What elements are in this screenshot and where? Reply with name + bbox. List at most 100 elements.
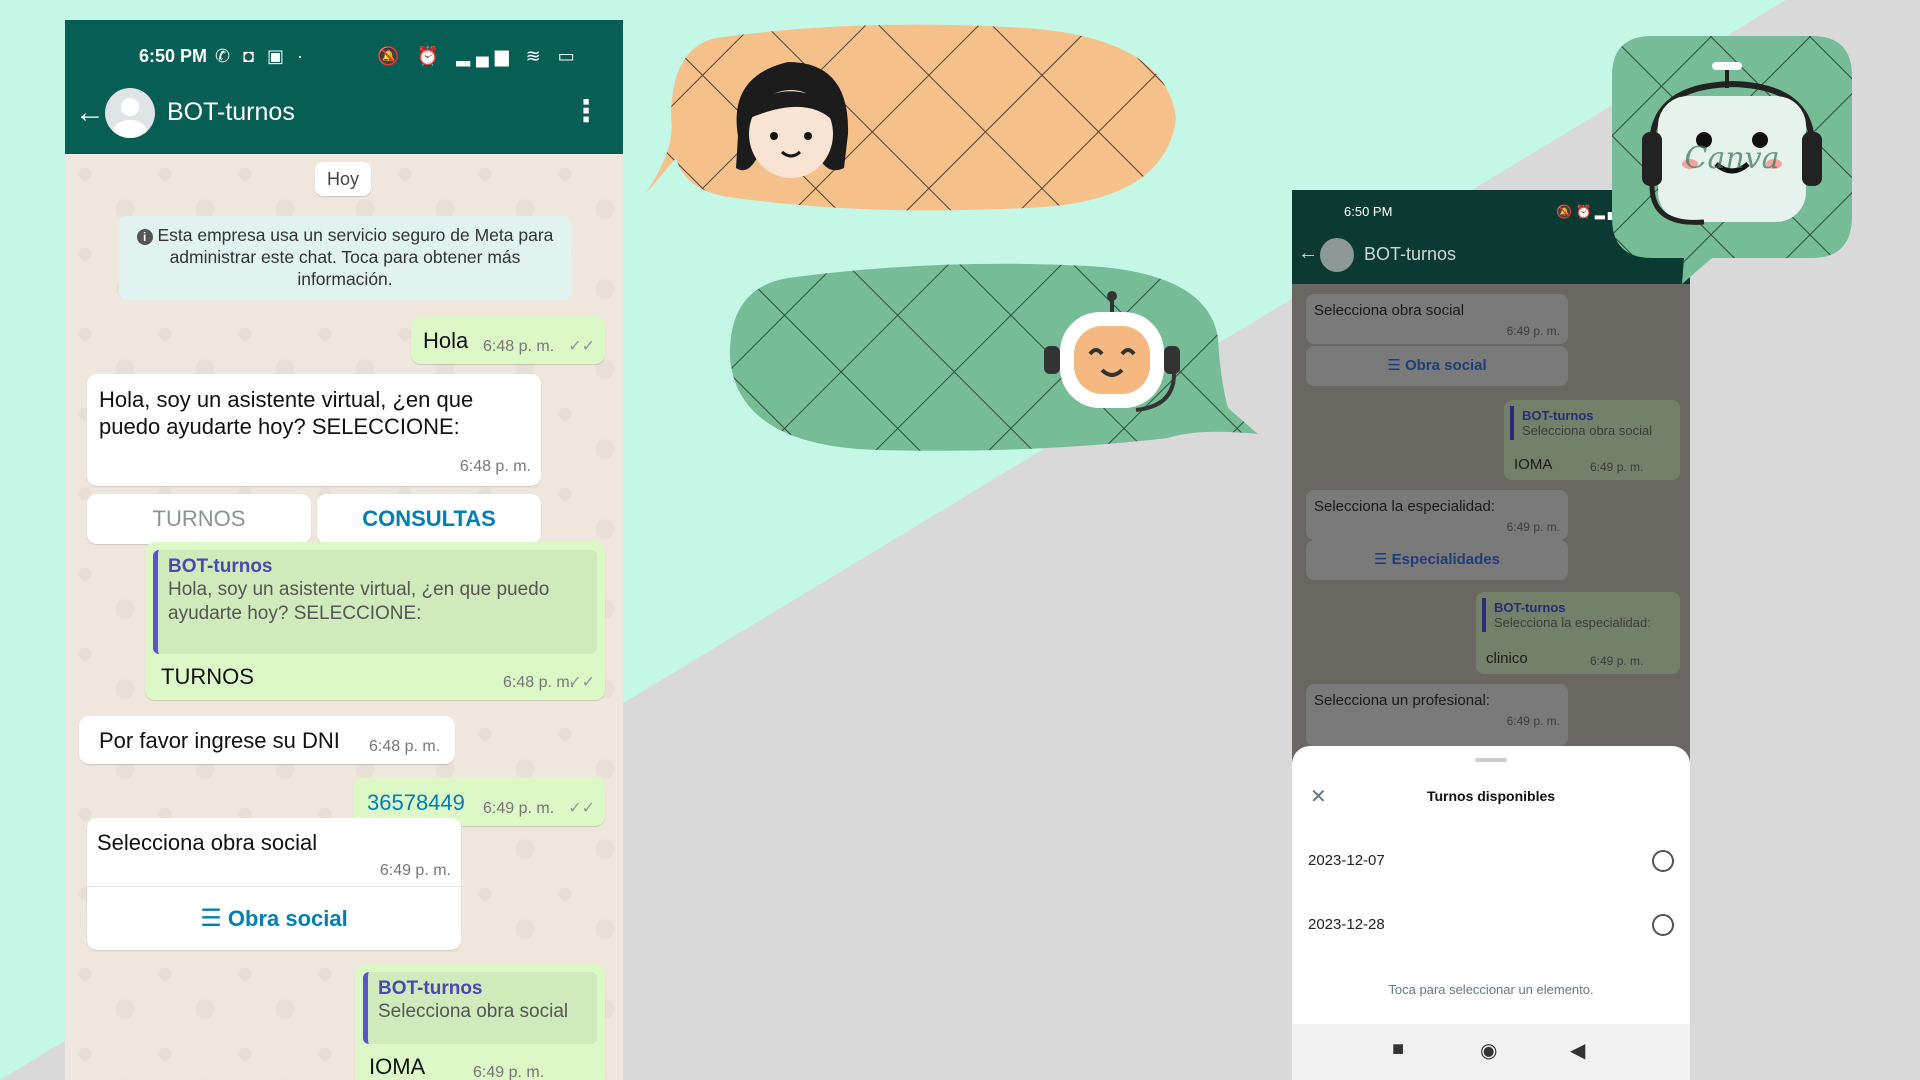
- quoted-sender: BOT-turnos: [1522, 408, 1594, 423]
- especialidades-list-button[interactable]: ☰ Especialidades: [1306, 540, 1568, 580]
- message-time: 6:48 p. m.: [483, 338, 555, 355]
- quoted-message[interactable]: BOT-turnos Selecciona la especialidad:: [1482, 598, 1674, 632]
- message-time: 6:48 p. m.: [459, 458, 531, 475]
- avatar[interactable]: [105, 88, 155, 138]
- especialidades-button-label: Especialidades: [1391, 551, 1501, 568]
- list-icon: ☰: [1387, 357, 1401, 374]
- message-text: Selecciona obra social: [97, 830, 318, 855]
- quick-reply-turnos-button[interactable]: TURNOS: [87, 494, 311, 544]
- message-text: Por favor ingrese su DNI: [99, 728, 340, 753]
- radio-button[interactable]: [1652, 850, 1674, 872]
- system-status-icons: 🔕⏰▂▄: [1556, 204, 1620, 219]
- message-time: 6:49 p. m.: [483, 800, 555, 817]
- message-time: 6:49 p. m.: [1506, 714, 1560, 728]
- message-outgoing-reply[interactable]: BOT-turnos Hola, soy un asistente virtua…: [145, 542, 605, 700]
- message-time: 6:49 p. m.: [1590, 654, 1644, 668]
- system-notice[interactable]: i Esta empresa usa un servicio seguro de…: [119, 216, 571, 300]
- message-text: Selecciona obra social: [1314, 302, 1465, 319]
- message-incoming[interactable]: Selecciona la especialidad: 6:49 p. m.: [1306, 490, 1568, 540]
- message-outgoing[interactable]: Hola 6:48 p. m. ✓✓: [411, 316, 605, 364]
- message-text: Selecciona un profesional:: [1314, 692, 1490, 709]
- left-phone-screenshot: 6:50 PM ✆ ◘ ▣ · 🔕 ⏰ ▂▄▆ ≋ ▭80 ← BOT-turn…: [65, 20, 623, 1080]
- date-chip: Hoy: [315, 162, 371, 196]
- sheet-hint: Toca para seleccionar un elemento.: [1388, 982, 1594, 997]
- quoted-sender: BOT-turnos: [378, 978, 483, 999]
- message-outgoing-reply[interactable]: BOT-turnos Selecciona obra social IOMA 6…: [355, 964, 605, 1080]
- avatar[interactable]: [1320, 238, 1354, 272]
- quoted-text: Selecciona obra social: [378, 1001, 569, 1022]
- battery-level: 80: [546, 51, 559, 63]
- notification-icons: ✆ ◘ ▣ ·: [215, 46, 307, 66]
- turno-option[interactable]: 2023-12-28: [1308, 906, 1678, 946]
- robot-face-icon: [1044, 291, 1180, 412]
- turno-option[interactable]: 2023-12-07: [1308, 842, 1678, 882]
- orange-speech-bubble: [646, 24, 1176, 211]
- message-time: 6:49 p. m.: [473, 1064, 545, 1080]
- woman-avatar-icon: [736, 62, 849, 178]
- quoted-text: Selecciona la especialidad:: [1494, 615, 1651, 630]
- back-arrow-icon[interactable]: ←: [75, 96, 105, 130]
- turnos-bottom-sheet: ✕ Turnos disponibles 2023-12-07 2023-12-…: [1292, 746, 1690, 1080]
- recents-icon[interactable]: ■: [1392, 1038, 1404, 1061]
- obra-social-button-label: Obra social: [1404, 357, 1487, 374]
- quoted-message[interactable]: BOT-turnos Selecciona obra social: [363, 972, 597, 1044]
- message-text: IOMA: [1514, 456, 1553, 473]
- message-text: clinico: [1486, 650, 1528, 667]
- system-status-icons: 🔕 ⏰ ▂▄▆ ≋ ▭80: [377, 46, 581, 66]
- turno-option-label: 2023-12-07: [1308, 852, 1385, 869]
- read-ticks-icon: ✓✓: [568, 674, 595, 691]
- quick-reply-consultas-button[interactable]: CONSULTAS: [317, 494, 541, 544]
- obra-social-button-label: Obra social: [227, 906, 348, 931]
- message-text: IOMA: [369, 1054, 426, 1079]
- right-phone-screenshot: 6:50 PM 🔕⏰▂▄ ← BOT-turnos Selecciona obr…: [1292, 190, 1690, 1080]
- sheet-drag-handle[interactable]: [1475, 758, 1507, 762]
- home-icon[interactable]: ◉: [1480, 1038, 1497, 1063]
- quoted-sender: BOT-turnos: [168, 556, 273, 577]
- message-incoming[interactable]: Selecciona un profesional: 6:49 p. m.: [1306, 684, 1568, 746]
- message-text: Selecciona la especialidad:: [1314, 498, 1495, 515]
- message-incoming[interactable]: Hola, soy un asistente virtual, ¿en que …: [87, 374, 541, 486]
- obra-social-list-button[interactable]: ☰ Obra social: [1306, 346, 1568, 386]
- back-icon[interactable]: ◀: [1570, 1038, 1585, 1063]
- status-time: 6:50 PM: [1344, 204, 1393, 219]
- message-time: 6:49 p. m.: [379, 862, 451, 879]
- quoted-sender: BOT-turnos: [1494, 600, 1566, 615]
- list-icon: ☰: [1373, 551, 1388, 568]
- dni-link[interactable]: 36578449: [367, 790, 465, 816]
- message-incoming[interactable]: Por favor ingrese su DNI 6:48 p. m.: [79, 716, 455, 764]
- obra-social-list-button[interactable]: ☰ Obra social: [87, 886, 461, 950]
- status-time: 6:50 PM: [139, 46, 208, 66]
- message-time: 6:48 p. m.: [503, 674, 575, 691]
- turno-option-label: 2023-12-28: [1308, 916, 1385, 933]
- chat-title[interactable]: BOT-turnos: [167, 98, 295, 127]
- read-ticks-icon: ✓✓: [568, 338, 595, 355]
- android-nav-bar: ■ ◉ ◀: [1292, 1024, 1690, 1080]
- status-bar: 6:50 PM ✆ ◘ ▣ · 🔕 ⏰ ▂▄▆ ≋ ▭80: [65, 46, 623, 70]
- quoted-text: Selecciona obra social: [1522, 423, 1653, 438]
- more-options-icon[interactable]: ⋮: [571, 94, 601, 129]
- message-time: 6:49 p. m.: [1506, 520, 1560, 534]
- message-text: Hola: [423, 328, 469, 353]
- message-time: 6:48 p. m.: [369, 738, 441, 755]
- quoted-text: Hola, soy un asistente virtual, ¿en que …: [168, 579, 550, 624]
- message-outgoing-reply[interactable]: BOT-turnos Selecciona obra social IOMA 6…: [1504, 400, 1680, 480]
- list-icon: ☰: [200, 905, 222, 932]
- back-arrow-icon[interactable]: ←: [1298, 242, 1318, 265]
- message-text: Hola, soy un asistente virtual, ¿en que …: [99, 387, 474, 439]
- quoted-message[interactable]: BOT-turnos Selecciona obra social: [1510, 406, 1674, 440]
- info-icon: i: [136, 229, 153, 245]
- quoted-message[interactable]: BOT-turnos Hola, soy un asistente virtua…: [153, 550, 597, 654]
- chat-title[interactable]: BOT-turnos: [1364, 244, 1456, 265]
- support-robot-badge: Canva: [1612, 36, 1852, 284]
- message-outgoing-reply[interactable]: BOT-turnos Selecciona la especialidad: c…: [1476, 592, 1680, 674]
- message-time: 6:49 p. m.: [1506, 324, 1560, 338]
- canva-logo-text: Canva: [1685, 141, 1780, 176]
- message-text: TURNOS: [161, 664, 254, 689]
- read-ticks-icon: ✓✓: [568, 800, 595, 817]
- radio-button[interactable]: [1652, 914, 1674, 936]
- system-notice-text: Esta empresa usa un servicio seguro de M…: [157, 225, 554, 289]
- chat-header: 6:50 PM ✆ ◘ ▣ · 🔕 ⏰ ▂▄▆ ≋ ▭80 ← BOT-turn…: [65, 20, 623, 154]
- message-time: 6:49 p. m.: [1590, 460, 1644, 474]
- message-incoming[interactable]: Selecciona obra social 6:49 p. m.: [1306, 294, 1568, 344]
- sheet-title: Turnos disponibles: [1426, 788, 1556, 804]
